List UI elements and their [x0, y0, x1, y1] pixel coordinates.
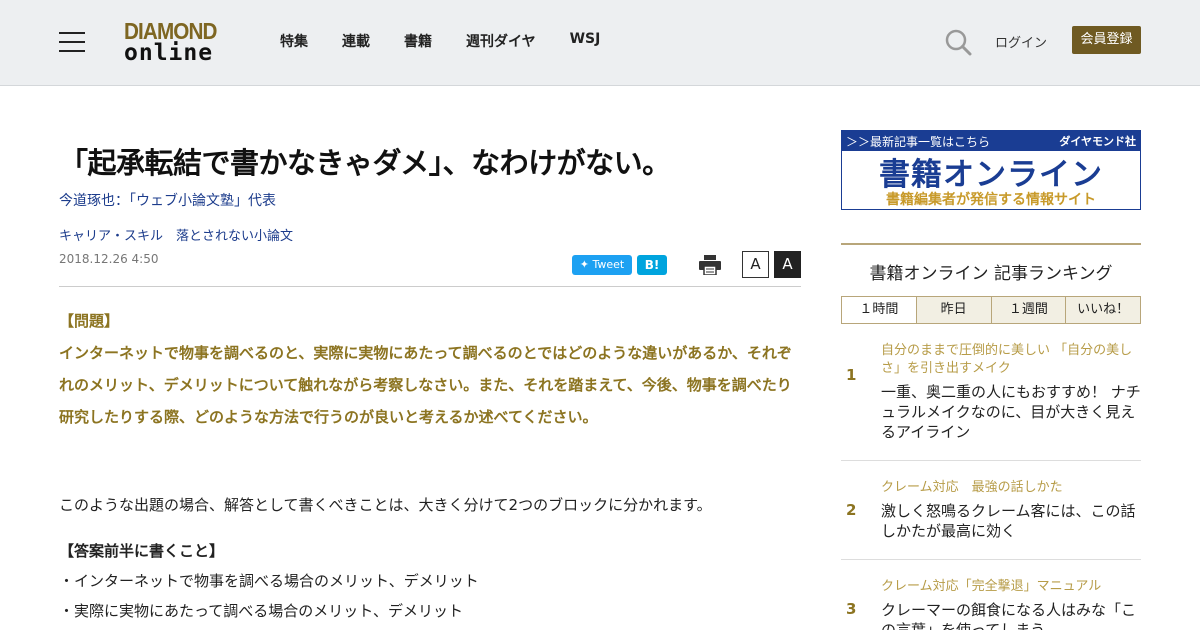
question-block: 【問題】 インターネットで物事を調べるのと、実際に実物にあたって調べるのとではど… — [59, 305, 801, 433]
nav-item-series[interactable]: 連載 — [342, 31, 370, 51]
search-icon[interactable] — [944, 28, 972, 56]
font-size-small-button[interactable]: A — [742, 251, 769, 278]
login-link[interactable]: ログイン — [995, 32, 1047, 51]
twitter-icon: ✦ — [579, 258, 589, 271]
print-icon[interactable] — [699, 255, 721, 275]
ranking-tabs: １時間 昨日 １週間 いいね！ — [841, 296, 1141, 324]
question-text: インターネットで物事を調べるのと、実際に実物にあたって調べるのとではどのような違… — [59, 344, 792, 426]
site-header: DIAMOND online 特集 連載 書籍 週刊ダイヤ WSJ ログイン 会… — [0, 0, 1200, 86]
banner-latest-link: ＞＞最新記事一覧はこちら — [846, 135, 991, 149]
tab-likes[interactable]: いいね！ — [1065, 297, 1140, 323]
font-size-large-button[interactable]: A — [774, 251, 801, 278]
ranking-title: 書籍オンライン 記事ランキング — [869, 264, 1113, 284]
tab-1-hour[interactable]: １時間 — [842, 297, 916, 323]
banner-publisher: ダイヤモンド社 — [1059, 135, 1136, 148]
nav-item-weekly-diamond[interactable]: 週刊ダイヤ — [466, 31, 536, 51]
banner-subtitle: 書籍編集者が発信する情報サイト — [886, 192, 1096, 208]
ranking-item[interactable]: 2 クレーム対応 最強の話しかた 激しく怒鳴るクレーム客には、この話しかたが最高… — [841, 461, 1141, 560]
section-heading: 【答案前半に書くこと】 — [59, 542, 225, 560]
ranking-item[interactable]: 3 クレーム対応「完全撃退」マニュアル クレーマーの餌食になる人はみな「この言葉… — [841, 560, 1141, 630]
article-title: 「起承転結で書かなきゃダメ」、なわけがない。 — [59, 146, 671, 180]
logo-top-text: DIAMOND — [124, 18, 218, 44]
site-logo[interactable]: DIAMOND online — [124, 20, 228, 65]
tab-yesterday[interactable]: 昨日 — [915, 297, 991, 323]
bullet-item: ・インターネットで物事を調べる場合のメリット、デメリット — [59, 572, 479, 590]
menu-icon[interactable] — [59, 32, 85, 52]
ranking-headline: クレーマーの餌食になる人はみな「この言葉」を使ってしまう — [881, 601, 1137, 630]
ranking-series: クレーム対応「完全撃退」マニュアル — [881, 579, 1102, 594]
nav-item-wsj[interactable]: WSJ — [570, 31, 601, 51]
nav-item-feature[interactable]: 特集 — [280, 31, 308, 51]
ranking-item[interactable]: 1 自分のままで圧倒的に美しい 「自分の美しさ」を引き出すメイク 一重、奥二重の… — [841, 324, 1141, 461]
ranking-number: 1 — [846, 366, 857, 384]
logo-bottom-text: online — [124, 40, 214, 66]
tweet-label: Tweet — [592, 258, 625, 271]
article-divider — [59, 286, 801, 287]
ranking-number: 3 — [846, 600, 857, 618]
body-intro: このような出題の場合、解答として書くべきことは、大きく分けて2つのブロックに分か… — [59, 496, 712, 514]
ranking-box: 書籍オンライン 記事ランキング １時間 昨日 １週間 いいね！ 1 自分のままで… — [841, 243, 1141, 630]
ranking-headline: 一重、奥二重の人にもおすすめ！ ナチュラルメイクなのに、目が大きく見えるアイライ… — [881, 383, 1141, 441]
question-label: 【問題】 — [59, 312, 120, 330]
books-online-banner[interactable]: ＞＞最新記事一覧はこちら ダイヤモンド社 書籍オンライン 書籍編集者が発信する情… — [841, 130, 1141, 210]
banner-title: 書籍オンライン — [879, 157, 1103, 193]
ranking-headline: 激しく怒鳴るクレーム客には、この話しかたが最高に効く — [881, 502, 1136, 540]
hatena-bookmark-button[interactable]: B! — [637, 255, 667, 275]
main-nav: 特集 連載 書籍 週刊ダイヤ WSJ — [280, 31, 634, 51]
tweet-button[interactable]: ✦ Tweet — [572, 255, 632, 275]
bullet-item: ・実際に実物にあたって調べる場合のメリット、デメリット — [59, 602, 463, 620]
ranking-series: クレーム対応 最強の話しかた — [881, 480, 1063, 495]
article-body: このような出題の場合、解答として書くべきことは、大きく分けて2つのブロックに分か… — [59, 490, 801, 626]
tab-1-week[interactable]: １週間 — [990, 297, 1066, 323]
register-button[interactable]: 会員登録 — [1072, 26, 1141, 54]
ranking-number: 2 — [846, 501, 857, 519]
article-category[interactable]: キャリア・スキル 落とされない小論文 — [59, 225, 293, 244]
ranking-series: 自分のままで圧倒的に美しい 「自分の美しさ」を引き出すメイク — [881, 343, 1133, 376]
article-author[interactable]: 今道琢也：「ウェブ小論文塾」代表 — [59, 190, 276, 210]
nav-item-books[interactable]: 書籍 — [404, 31, 432, 51]
article-date: 2018.12.26 4:50 — [59, 252, 159, 266]
banner-top-bar: ＞＞最新記事一覧はこちら ダイヤモンド社 — [842, 131, 1140, 151]
